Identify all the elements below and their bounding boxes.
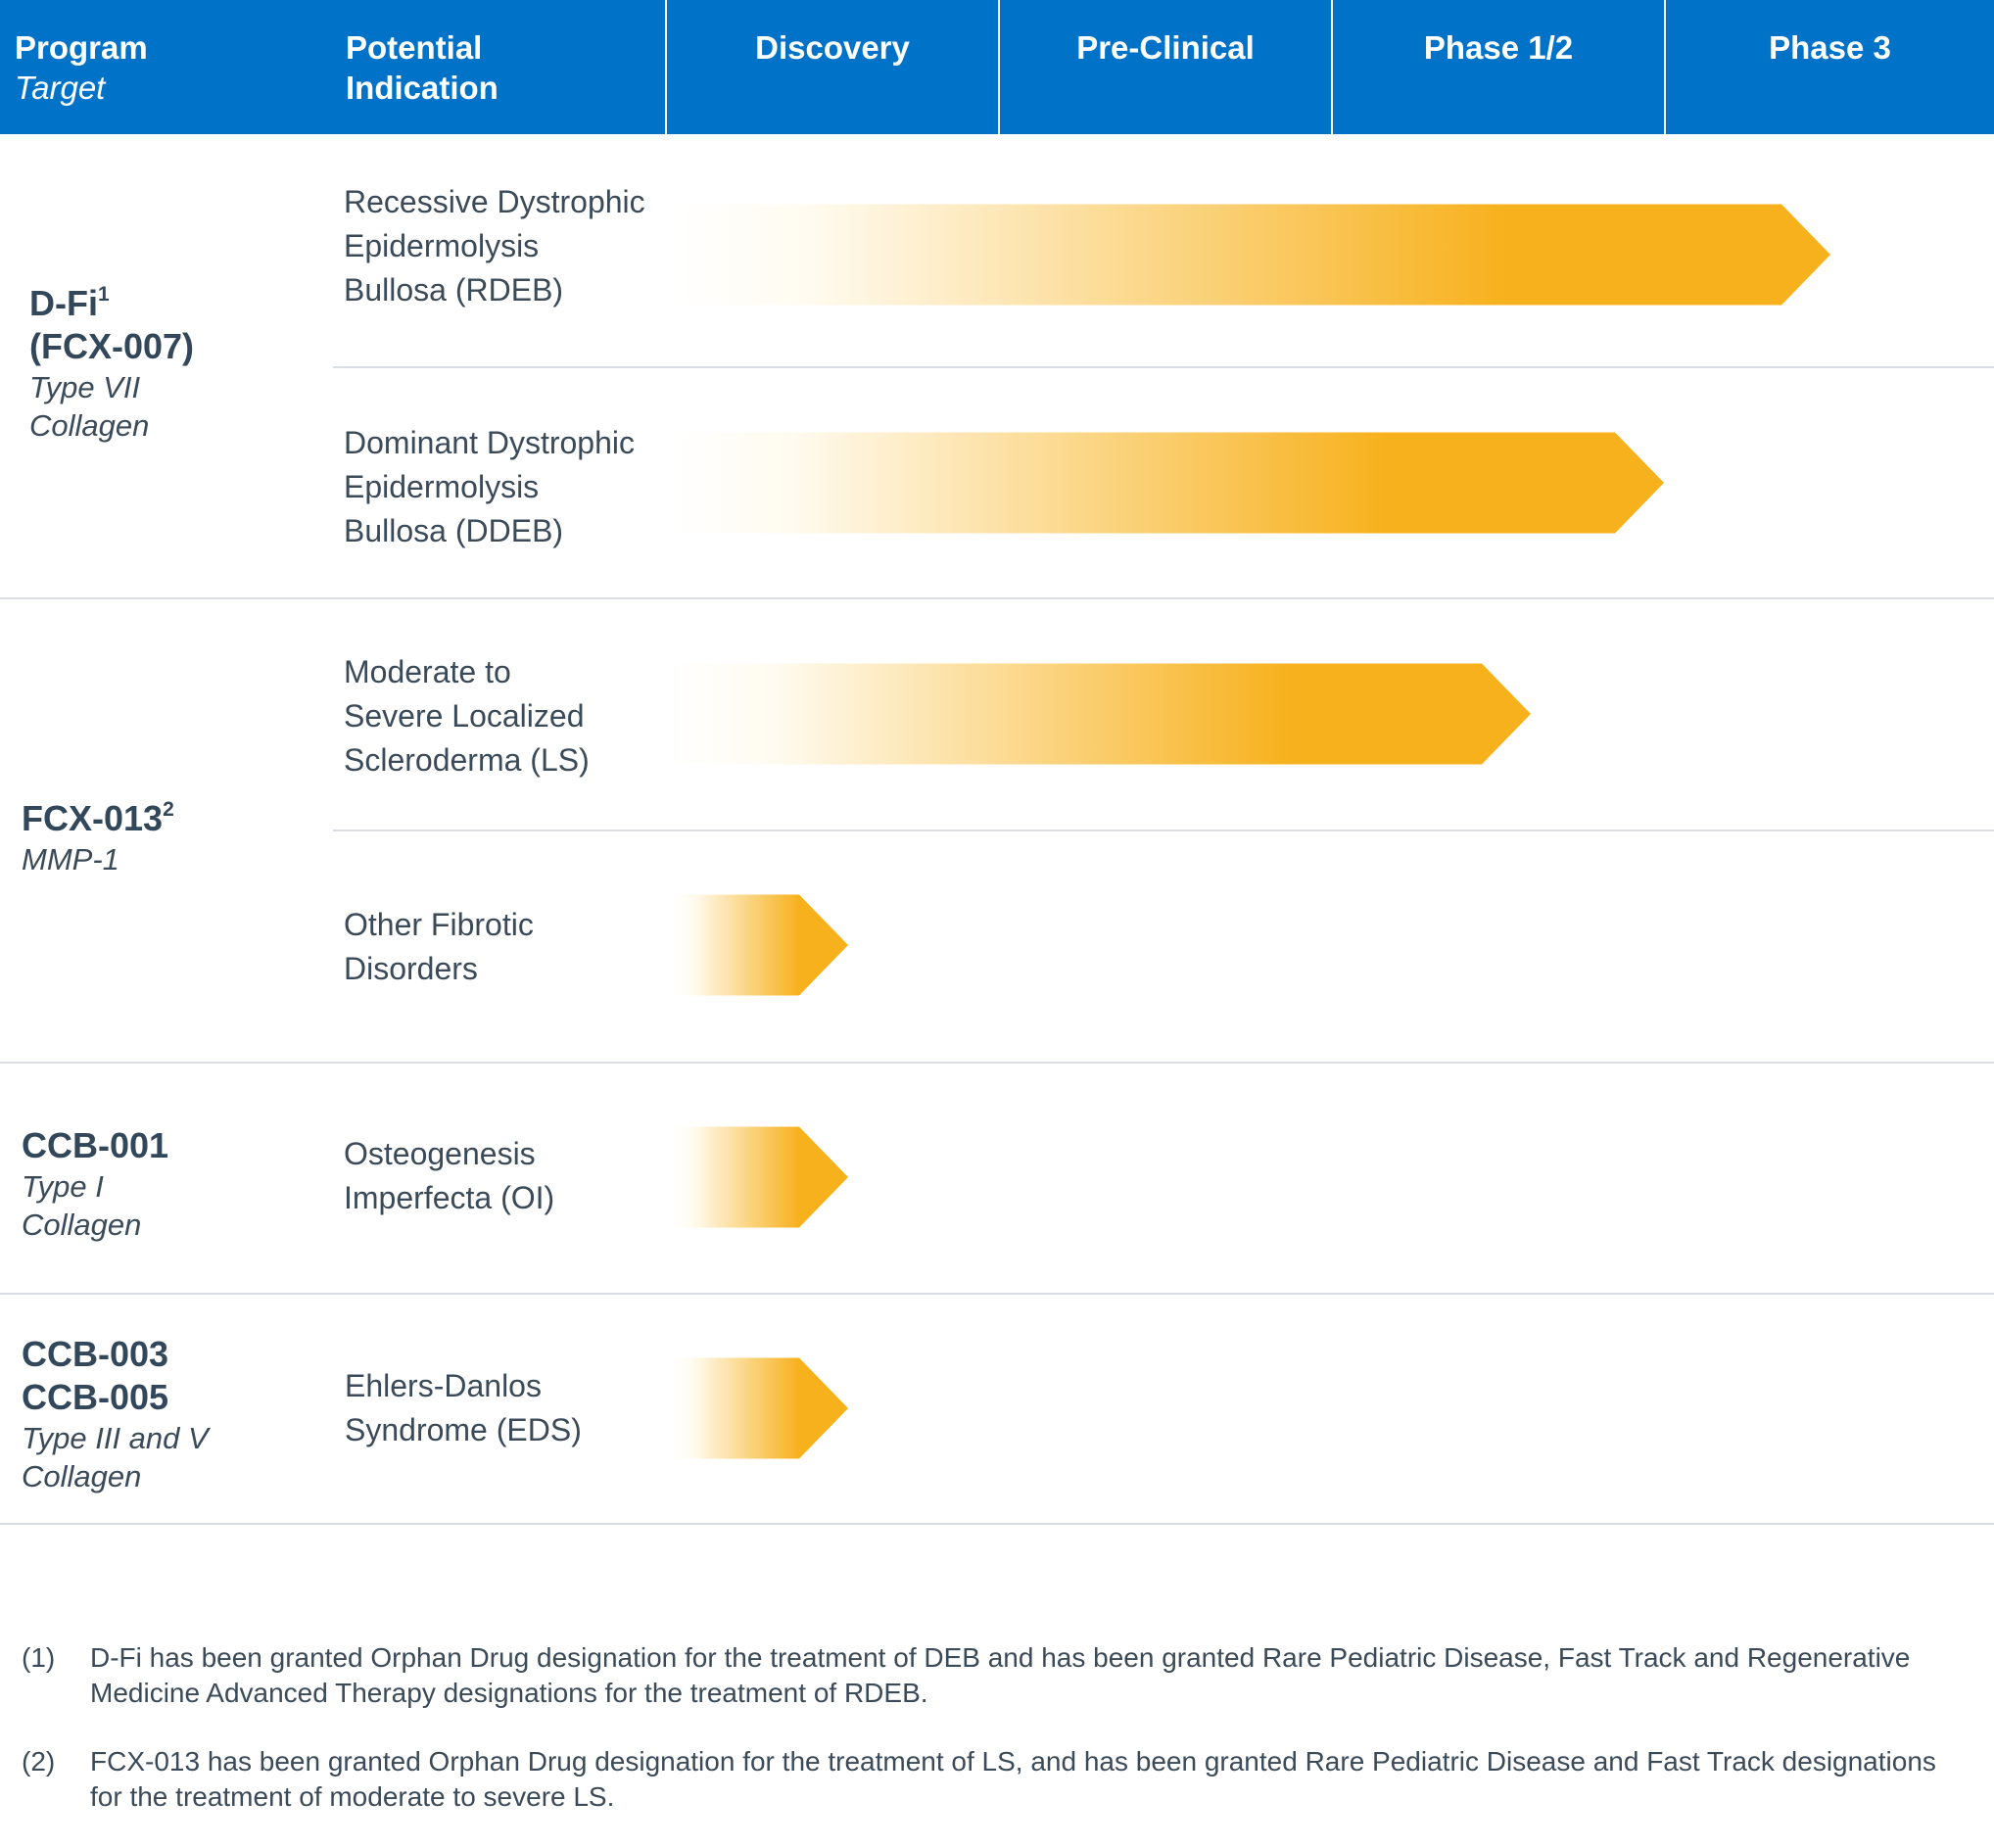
footnote-text: FCX-013 has been granted Orphan Drug des… <box>90 1746 1936 1812</box>
pipeline-bar-5 <box>672 1357 848 1459</box>
pipeline-bar-0 <box>672 204 1830 306</box>
footnote-1: (1) D-Fi has been granted Orphan Drug de… <box>22 1640 1970 1711</box>
pipeline-bar-2 <box>672 663 1531 765</box>
footnote-2: (2) FCX-013 has been granted Orphan Drug… <box>22 1744 1970 1815</box>
footnote-number: (2) <box>22 1746 56 1777</box>
footnote-number: (1) <box>22 1642 56 1673</box>
pipeline-bar-1 <box>672 432 1664 534</box>
footnote-text: D-Fi has been granted Orphan Drug design… <box>90 1642 1911 1708</box>
pipeline-bar-3 <box>672 894 848 996</box>
pipeline-bars <box>672 204 1830 1459</box>
footnotes: (1) D-Fi has been granted Orphan Drug de… <box>22 1640 1970 1848</box>
pipeline-bar-4 <box>672 1126 848 1228</box>
